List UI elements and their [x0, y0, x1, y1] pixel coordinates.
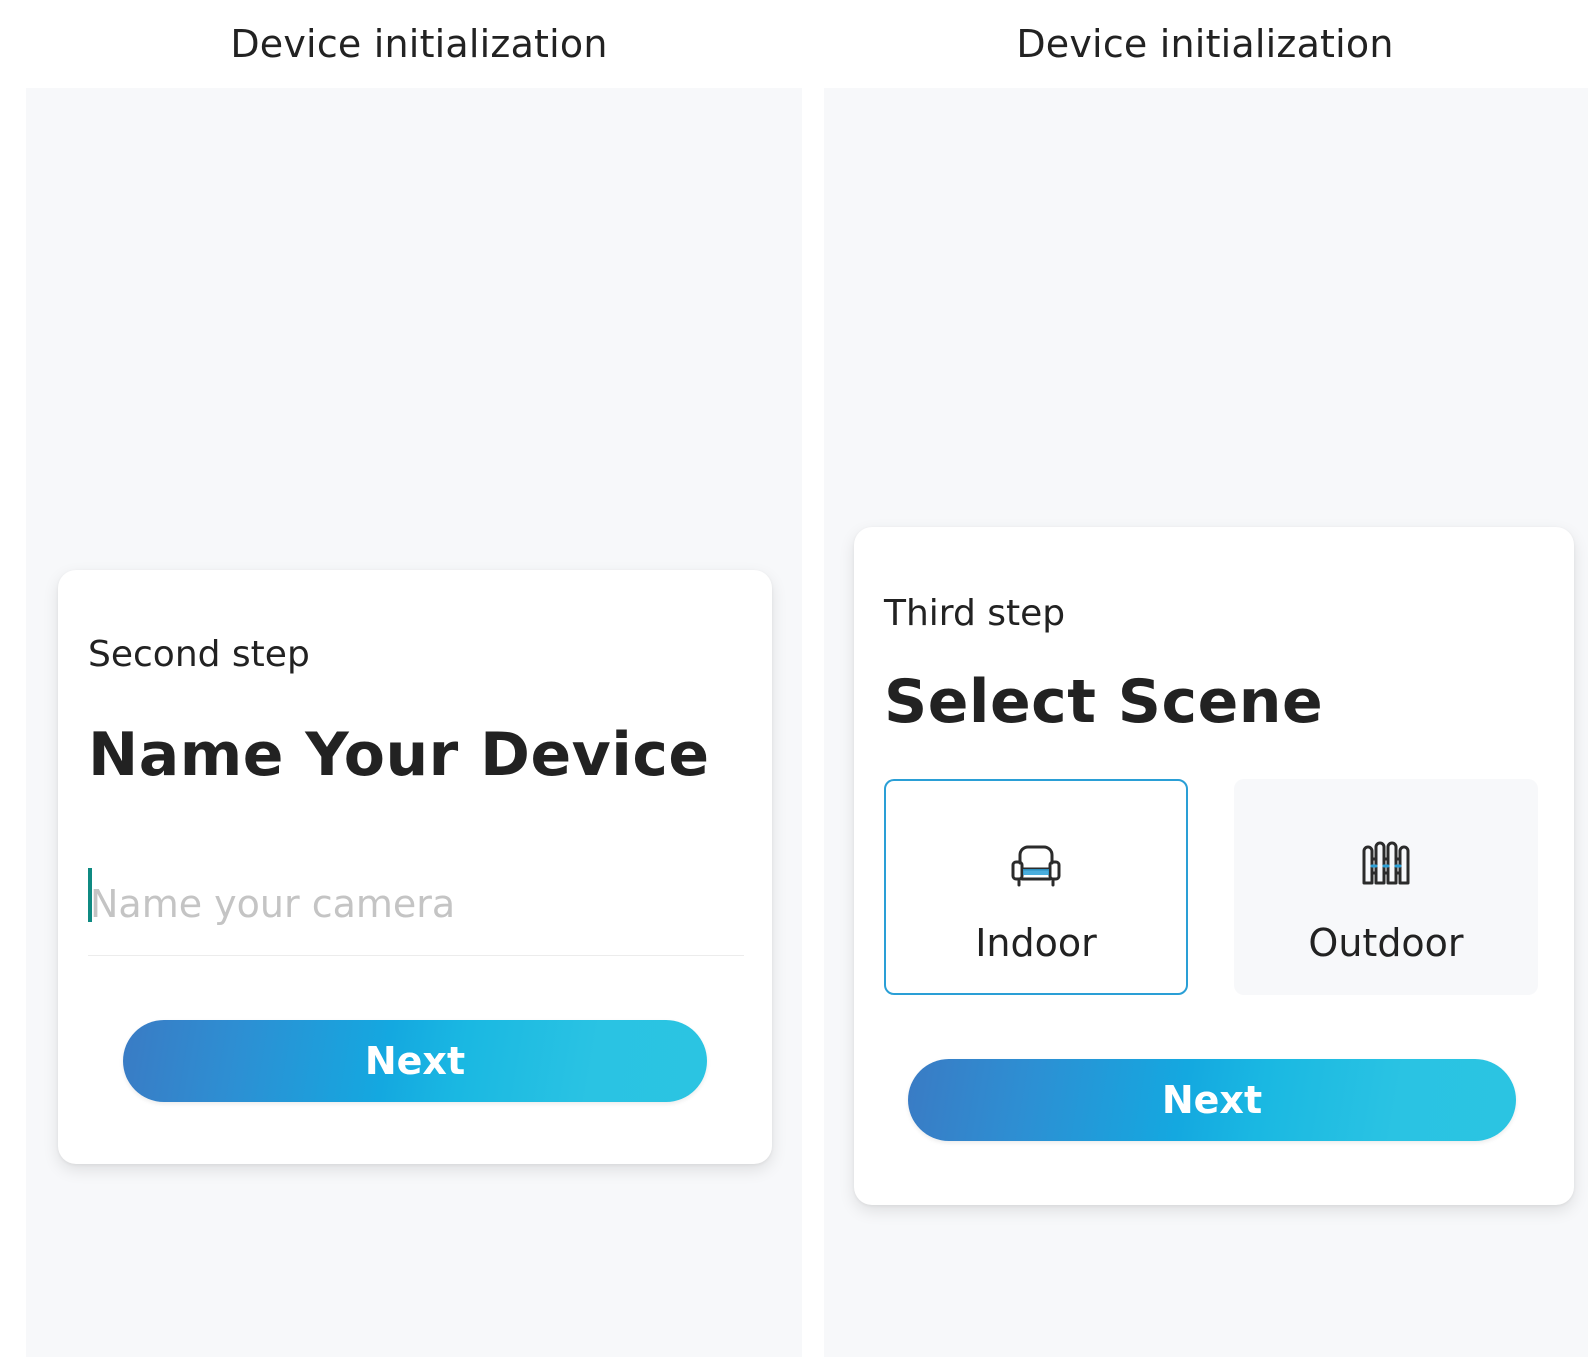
step-label: Third step: [884, 593, 1066, 634]
step-label: Second step: [88, 634, 310, 675]
camera-name-field: [88, 860, 744, 956]
screen-name-device: Device initialization Second step Name Y…: [0, 0, 812, 1357]
name-device-card: Second step Name Your Device Next: [58, 570, 772, 1164]
text-caret: [88, 868, 92, 922]
page: Device initialization Second step Name Y…: [0, 0, 1588, 1357]
next-button[interactable]: Next: [908, 1059, 1516, 1141]
step-heading: Name Your Device: [88, 720, 710, 790]
scene-option-outdoor[interactable]: Outdoor: [1234, 779, 1538, 995]
select-scene-card: Third step Select Scene Indoor Outdoor N…: [854, 527, 1574, 1205]
camera-name-input[interactable]: [88, 864, 744, 944]
step-heading: Select Scene: [884, 667, 1324, 737]
scene-label: Indoor: [975, 921, 1097, 965]
page-title: Device initialization: [230, 22, 608, 66]
fence-icon: [1362, 841, 1410, 885]
scene-label: Outdoor: [1308, 921, 1464, 965]
screen-select-scene: Device initialization Third step Select …: [822, 0, 1588, 1357]
page-title: Device initialization: [1016, 22, 1394, 66]
armchair-icon: [1011, 845, 1061, 887]
next-button[interactable]: Next: [123, 1020, 707, 1102]
scene-option-indoor[interactable]: Indoor: [884, 779, 1188, 995]
